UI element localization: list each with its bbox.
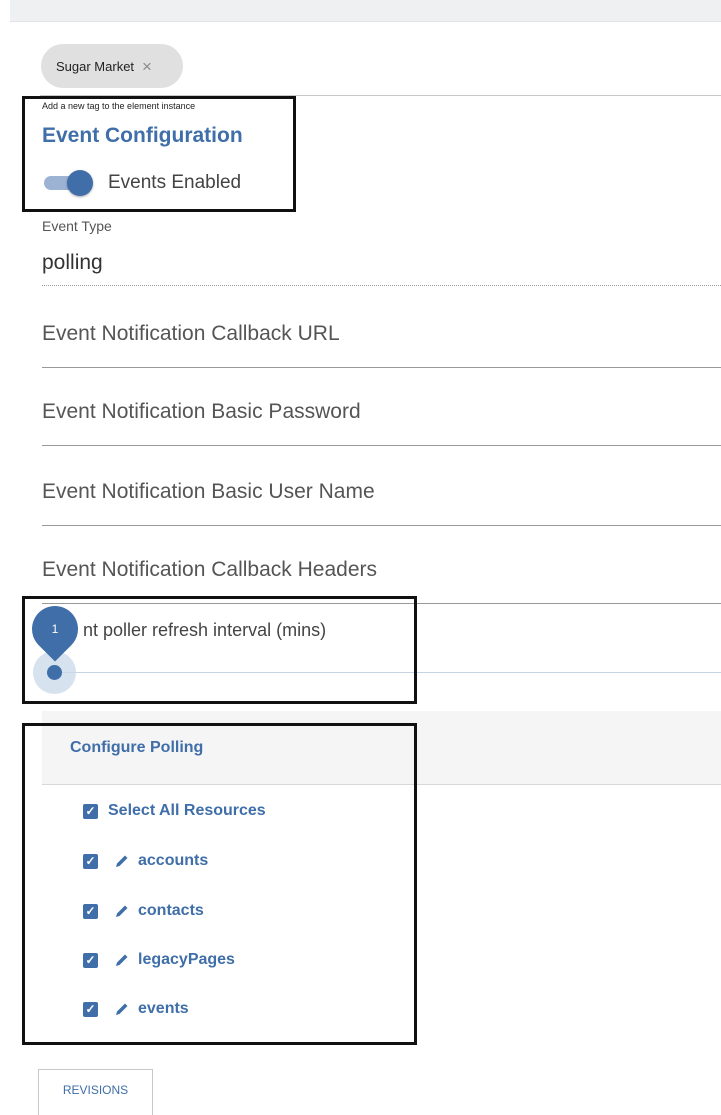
revisions-tab[interactable]: REVISIONS — [38, 1069, 153, 1115]
event-type-label: Event Type — [42, 218, 112, 234]
close-icon[interactable]: × — [142, 58, 152, 75]
tag-chip[interactable]: Sugar Market × — [41, 44, 183, 88]
event-type-value[interactable]: polling — [42, 251, 103, 275]
highlight-box-configure-polling — [22, 723, 417, 1045]
callback-url-placeholder: Event Notification Callback URL — [42, 322, 340, 345]
highlight-box-poller-interval — [22, 596, 417, 704]
callback-url-field[interactable]: Event Notification Callback URL — [42, 322, 721, 368]
tag-chip-label: Sugar Market — [56, 58, 135, 74]
basic-username-placeholder: Event Notification Basic User Name — [42, 480, 375, 503]
top-bar — [10, 0, 721, 22]
highlight-box-event-config — [22, 96, 296, 212]
basic-password-field[interactable]: Event Notification Basic Password — [42, 400, 721, 446]
event-type-underline — [42, 285, 721, 286]
basic-username-field[interactable]: Event Notification Basic User Name — [42, 480, 721, 526]
callback-headers-placeholder: Event Notification Callback Headers — [42, 558, 377, 581]
basic-password-placeholder: Event Notification Basic Password — [42, 400, 361, 423]
